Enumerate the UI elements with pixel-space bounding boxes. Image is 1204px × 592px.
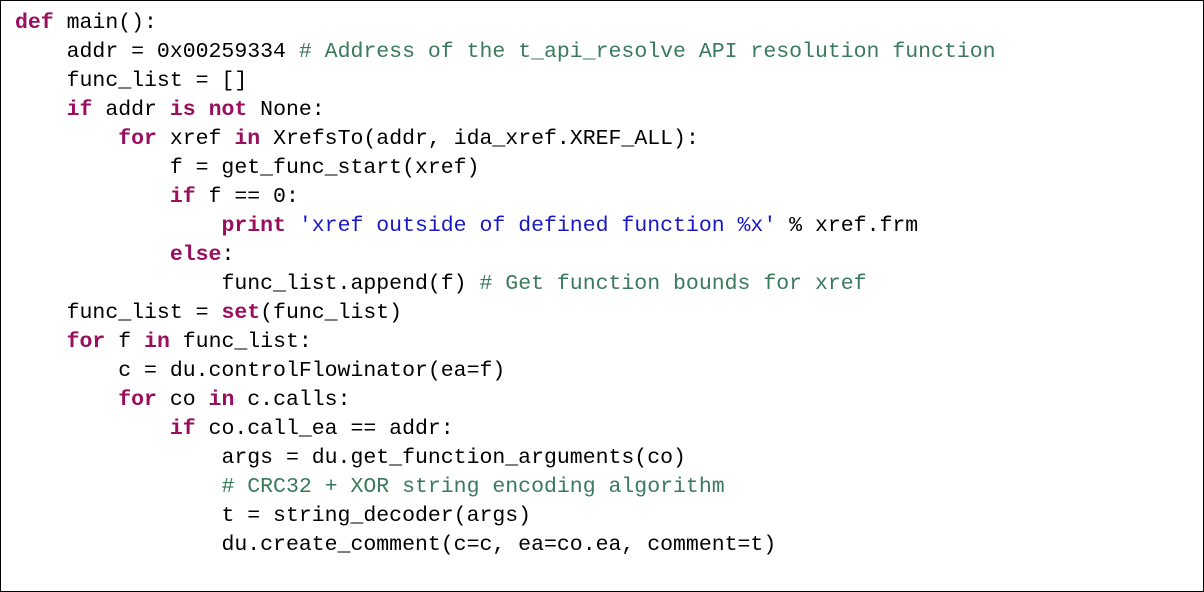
code-token: # Get function bounds for xref <box>479 272 866 296</box>
code-token: main(): <box>54 11 157 35</box>
code-token: f == 0: <box>196 185 299 209</box>
code-token: xref <box>157 127 234 151</box>
code-token: in <box>234 127 260 151</box>
code-token: c.calls: <box>234 388 350 412</box>
code-line: c = du.controlFlowinator(ea=f) <box>15 357 1189 386</box>
code-token: func_list.append(f) <box>221 272 479 296</box>
code-line: if f == 0: <box>15 183 1189 212</box>
code-token: addr = 0x00259334 <box>67 40 299 64</box>
code-token: XrefsTo(addr, ida_xref.XREF_ALL): <box>260 127 699 151</box>
code-line: def main(): <box>15 9 1189 38</box>
code-line: addr = 0x00259334 # Address of the t_api… <box>15 38 1189 67</box>
code-line: print 'xref outside of defined function … <box>15 212 1189 241</box>
code-token: func_list: <box>170 330 312 354</box>
code-token: def <box>15 11 54 35</box>
code-block: def main(): addr = 0x00259334 # Address … <box>0 0 1204 592</box>
code-token: for <box>118 127 157 151</box>
code-line: func_list = [] <box>15 67 1189 96</box>
code-line: args = du.get_function_arguments(co) <box>15 444 1189 473</box>
code-line: for f in func_list: <box>15 328 1189 357</box>
code-token: addr <box>92 98 169 122</box>
code-token: 'xref outside of defined function %x' <box>299 214 776 238</box>
code-token: f = get_func_start(xref) <box>170 156 480 180</box>
code-token: if <box>67 98 93 122</box>
code-token: du.create_comment(c=c, ea=co.ea, comment… <box>221 533 776 557</box>
code-token: c = du.controlFlowinator(ea=f) <box>118 359 505 383</box>
code-token: else <box>170 243 222 267</box>
code-line: func_list = set(func_list) <box>15 299 1189 328</box>
code-token: for <box>67 330 106 354</box>
code-token <box>196 98 209 122</box>
code-line: for xref in XrefsTo(addr, ida_xref.XREF_… <box>15 125 1189 154</box>
code-token: for <box>118 388 157 412</box>
code-token: None: <box>247 98 324 122</box>
code-token: co <box>157 388 209 412</box>
code-line: if addr is not None: <box>15 96 1189 125</box>
code-line: for co in c.calls: <box>15 386 1189 415</box>
code-token: if <box>170 417 196 441</box>
code-token: % xref.frm <box>776 214 918 238</box>
code-token: in <box>144 330 170 354</box>
code-token: set <box>221 301 260 325</box>
code-token: print <box>221 214 286 238</box>
code-line: t = string_decoder(args) <box>15 502 1189 531</box>
code-token: f <box>105 330 144 354</box>
code-token: t = string_decoder(args) <box>221 504 531 528</box>
code-line: func_list.append(f) # Get function bound… <box>15 270 1189 299</box>
code-line: f = get_func_start(xref) <box>15 154 1189 183</box>
code-token: (func_list) <box>260 301 402 325</box>
code-token: if <box>170 185 196 209</box>
code-line: du.create_comment(c=c, ea=co.ea, comment… <box>15 531 1189 560</box>
code-token: args = du.get_function_arguments(co) <box>221 446 685 470</box>
code-token: # Address of the t_api_resolve API resol… <box>299 40 996 64</box>
code-line: else: <box>15 241 1189 270</box>
code-token: is <box>170 98 196 122</box>
code-token: func_list = <box>67 301 222 325</box>
code-token: co.call_ea == addr: <box>196 417 454 441</box>
code-token: func_list = [] <box>67 69 248 93</box>
code-token: : <box>221 243 234 267</box>
code-line: # CRC32 + XOR string encoding algorithm <box>15 473 1189 502</box>
code-token: # CRC32 + XOR string encoding algorithm <box>221 475 724 499</box>
code-token: not <box>209 98 248 122</box>
code-token: in <box>209 388 235 412</box>
code-line: if co.call_ea == addr: <box>15 415 1189 444</box>
code-token <box>286 214 299 238</box>
